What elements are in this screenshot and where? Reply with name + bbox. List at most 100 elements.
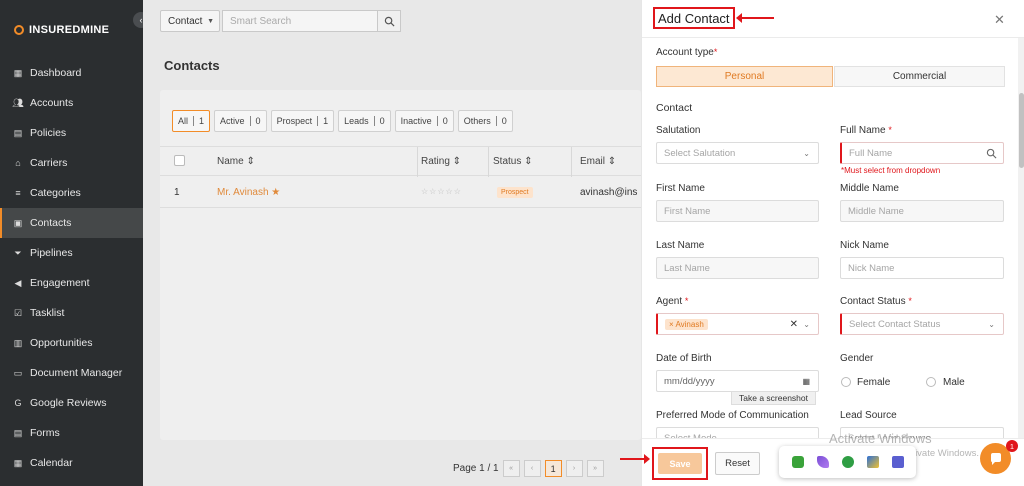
full-name-input[interactable]: Full Name: [840, 142, 1004, 164]
sidebar-item-pipelines[interactable]: ⏷ Pipelines: [0, 238, 143, 268]
column-rating[interactable]: Rating ⇕: [421, 156, 461, 167]
smart-search-input[interactable]: Smart Search: [222, 10, 378, 32]
contact-name-link[interactable]: Mr. Avinash: [217, 187, 269, 198]
current-page-button[interactable]: 1: [544, 460, 562, 477]
sidebar-item-dashboard[interactable]: ▦ Dashboard: [0, 58, 143, 88]
salutation-select[interactable]: Select Salutation ⌄: [656, 142, 819, 164]
table-row[interactable]: 1 Mr. Avinash ★ ☆☆☆☆☆ Prospect avinash@i…: [160, 176, 641, 208]
account-type-label: Account type*: [656, 47, 717, 58]
sidebar-nav: ▦ Dashboard 👥︎ Accounts ▤ Policies ⌂ Carrier…: [0, 58, 143, 478]
sidebar-item-engagement[interactable]: ◀ Engagement: [0, 268, 143, 298]
select-all-checkbox[interactable]: [174, 155, 185, 166]
add-contact-modal: Add Contact ✕ Account type* Personal Com…: [641, 0, 1024, 486]
users-icon: 👥︎: [12, 97, 24, 108]
contacts-card: All 1 Active 0 Prospect 1 Leads 0 Inactive 0 …: [160, 90, 641, 440]
chip-count: 0: [249, 116, 266, 126]
dob-placeholder: mm/dd/yyyy: [664, 375, 715, 387]
form-icon: ▤: [13, 427, 23, 438]
rating-stars[interactable]: ☆☆☆☆☆: [421, 187, 462, 196]
contact-name-cell[interactable]: Mr. Avinash ★: [217, 187, 280, 198]
chip-others[interactable]: Others 0: [457, 110, 513, 132]
chip-leads[interactable]: Leads 0: [338, 110, 391, 132]
column-name[interactable]: Name ⇕: [217, 156, 255, 167]
table-header: Name ⇕ Rating ⇕ Status ⇕ Email ⇕: [160, 146, 641, 177]
chip-all[interactable]: All 1: [172, 110, 211, 132]
required-marker: *: [684, 296, 689, 306]
close-icon[interactable]: ✕: [994, 12, 1005, 28]
dob-label: Date of Birth: [656, 353, 712, 364]
sidebar-item-contacts[interactable]: ▣ Contacts: [0, 208, 143, 238]
full-name-error: *Must select from dropdown: [841, 166, 941, 175]
last-name-input[interactable]: Last Name: [656, 257, 819, 279]
annotation-arrow: [736, 13, 774, 23]
sidebar-item-google-reviews[interactable]: G Google Reviews: [0, 388, 143, 418]
chip-prospect[interactable]: Prospect 1: [270, 110, 335, 132]
double-chevron-right-icon: »: [593, 465, 598, 472]
next-page-button[interactable]: ›: [565, 460, 583, 477]
sidebar-item-label: Engagement: [30, 277, 90, 289]
sidebar-item-accounts[interactable]: 👥︎ Accounts: [0, 88, 143, 118]
chip-active[interactable]: Active 0: [214, 110, 267, 132]
modal-scrollbar-thumb[interactable]: [1019, 93, 1024, 168]
sidebar-item-carriers[interactable]: ⌂ Carriers: [0, 148, 143, 178]
agent-tag-label: Avinash: [675, 319, 704, 329]
search-button[interactable]: [377, 10, 401, 32]
nick-name-input[interactable]: Nick Name: [840, 257, 1004, 279]
calendar-icon[interactable]: ▦: [802, 377, 810, 386]
reset-button[interactable]: Reset: [715, 452, 760, 475]
remove-tag-icon[interactable]: ×: [669, 320, 674, 329]
last-page-button[interactable]: »: [586, 460, 604, 477]
account-type-commercial[interactable]: Commercial: [834, 66, 1005, 87]
sidebar-item-label: Tasklist: [30, 307, 65, 319]
agent-tag[interactable]: × Avinash: [665, 318, 708, 330]
first-name-input[interactable]: First Name: [656, 200, 819, 222]
sidebar-item-calendar[interactable]: ▦ Calendar: [0, 448, 143, 478]
sidebar-item-tasklist[interactable]: ☑ Tasklist: [0, 298, 143, 328]
first-page-button[interactable]: «: [502, 460, 520, 477]
gender-female-radio[interactable]: [841, 377, 851, 387]
contact-status-placeholder: Select Contact Status: [849, 318, 941, 330]
clear-icon[interactable]: ✕: [790, 319, 798, 330]
chip-inactive[interactable]: Inactive 0: [394, 110, 454, 132]
search-icon: [384, 16, 395, 27]
sidebar-item-forms[interactable]: ▤ Forms: [0, 418, 143, 448]
chip-label: Leads: [344, 116, 369, 126]
pen-icon[interactable]: [816, 456, 829, 468]
floating-app-tray: [779, 446, 916, 478]
gender-male-label[interactable]: Male: [943, 377, 965, 388]
account-type-personal[interactable]: Personal: [656, 66, 833, 87]
column-status[interactable]: Status ⇕: [493, 156, 533, 167]
lead-source-label: Lead Source: [840, 410, 897, 421]
contact-status-select[interactable]: Select Contact Status ⌄: [840, 313, 1004, 335]
sidebar-item-policies[interactable]: ▤ Policies: [0, 118, 143, 148]
shield-check-icon[interactable]: [791, 456, 804, 468]
status-cell: Prospect: [497, 186, 533, 198]
agent-select[interactable]: × Avinash ✕ ⌄: [656, 313, 819, 335]
nick-name-label: Nick Name: [840, 240, 889, 251]
teams-icon[interactable]: [891, 456, 904, 468]
modal-header: Add Contact ✕: [642, 0, 1024, 38]
sidebar-item-label: Carriers: [30, 157, 68, 169]
email-cell[interactable]: avinash@ins: [580, 187, 637, 198]
sidebar-item-categories[interactable]: ≡ Categories: [0, 178, 143, 208]
list-icon: ≡: [15, 188, 21, 198]
save-button[interactable]: Save: [658, 453, 702, 474]
gender-male-radio[interactable]: [926, 377, 936, 387]
security-shield-icon[interactable]: [866, 456, 879, 468]
search-scope-select[interactable]: Contact ▼: [160, 10, 220, 32]
sidebar-item-label: Contacts: [30, 217, 72, 229]
sidebar-item-opportunities[interactable]: ▥ Opportunities: [0, 328, 143, 358]
middle-name-input[interactable]: Middle Name: [840, 200, 1004, 222]
agent-label: Agent *: [656, 296, 688, 307]
chevron-down-icon: ⌄: [803, 148, 810, 158]
chat-icon: [990, 452, 1001, 465]
column-email[interactable]: Email ⇕: [580, 156, 616, 167]
chip-label: Inactive: [400, 116, 432, 126]
gender-female-label[interactable]: Female: [857, 377, 890, 388]
recycle-icon[interactable]: [841, 456, 854, 468]
last-name-label: Last Name: [656, 240, 705, 251]
brand-logo[interactable]: INSUREDMINE: [14, 24, 109, 36]
sidebar-item-document-manager[interactable]: ▭ Document Manager: [0, 358, 143, 388]
dob-input[interactable]: mm/dd/yyyy ▦: [656, 370, 819, 392]
prev-page-button[interactable]: ‹: [523, 460, 541, 477]
